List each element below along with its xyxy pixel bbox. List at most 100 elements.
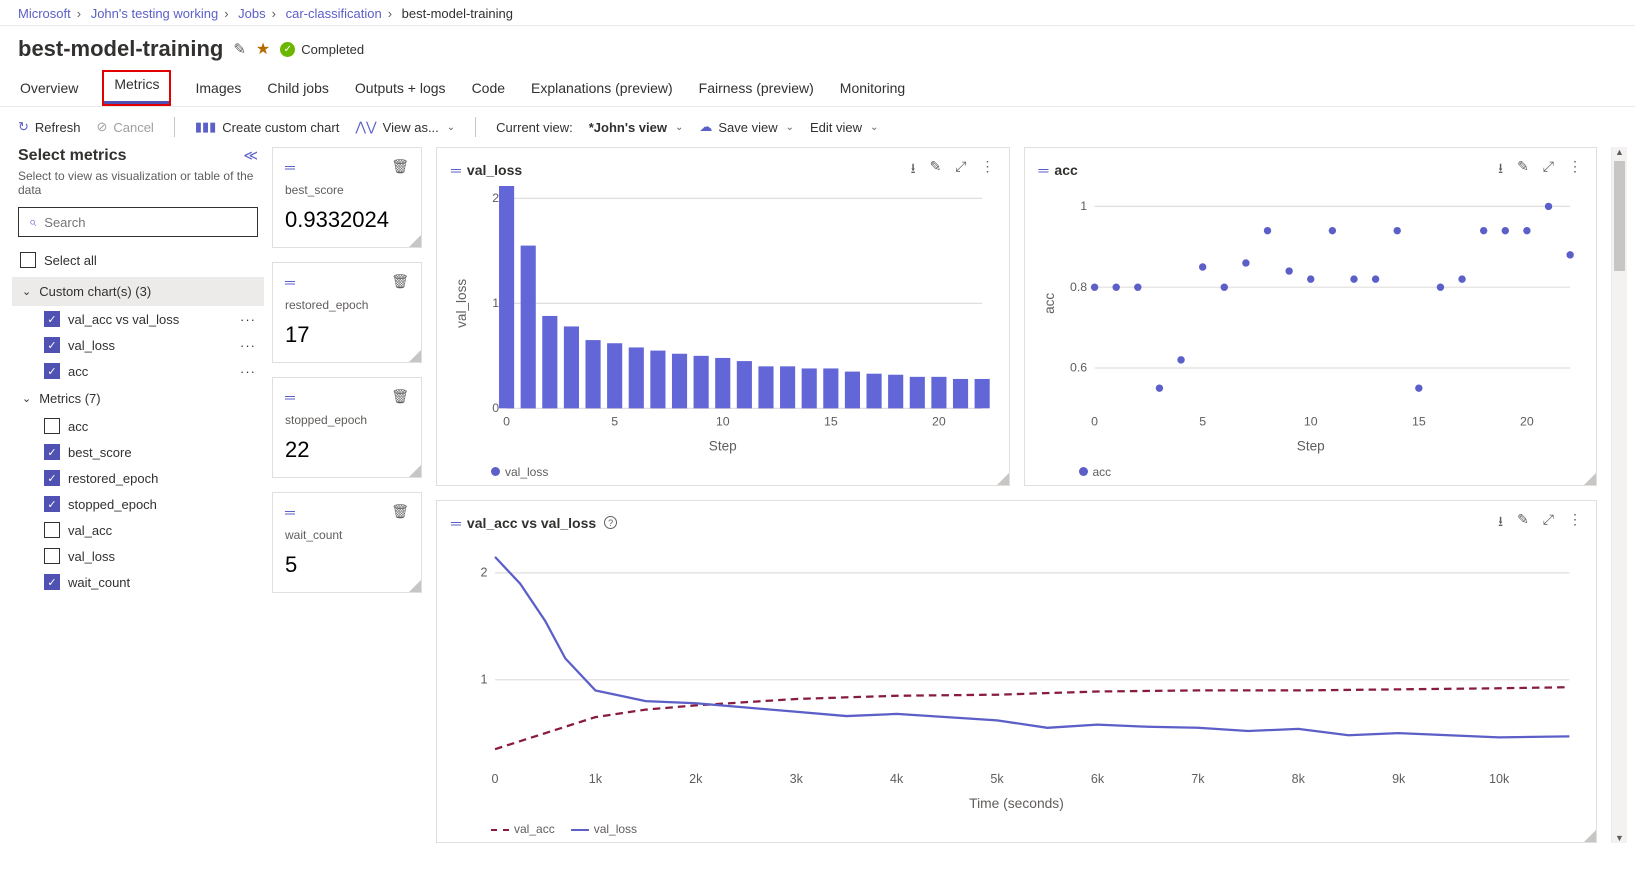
more-icon[interactable]: ⋮	[981, 158, 995, 182]
tab-monitoring[interactable]: Monitoring	[838, 74, 907, 106]
svg-text:0: 0	[492, 772, 499, 786]
search-input-wrapper[interactable]: ⌕	[18, 207, 258, 237]
create-custom-chart-button[interactable]: ▮▮▮Create custom chart	[195, 119, 340, 135]
svg-text:6k: 6k	[1091, 772, 1105, 786]
svg-text:1: 1	[1080, 199, 1087, 213]
view-as-button[interactable]: ⋀⋁View as...⌄	[355, 119, 455, 135]
tab-fairness[interactable]: Fairness (preview)	[697, 74, 816, 106]
save-view-button[interactable]: ☁Save view⌄	[699, 119, 794, 135]
trash-icon[interactable]: 🗑	[391, 273, 409, 290]
metric-checkbox[interactable]: ✓wait_count	[42, 569, 258, 595]
tab-outputs-logs[interactable]: Outputs + logs	[353, 74, 448, 106]
crumb-0[interactable]: Microsoft	[18, 6, 71, 21]
toolbar: ↻Refresh ⊘Cancel ▮▮▮Create custom chart …	[0, 107, 1635, 147]
metric-checkbox[interactable]: val_loss	[42, 543, 258, 569]
star-icon[interactable]: ★	[256, 39, 270, 59]
svg-text:0.6: 0.6	[1070, 361, 1087, 375]
refresh-icon: ↻	[18, 119, 29, 135]
tab-images[interactable]: Images	[193, 74, 243, 106]
svg-text:7k: 7k	[1191, 772, 1205, 786]
crumb-1[interactable]: John's testing working	[91, 6, 219, 21]
scrollbar-thumb[interactable]	[1614, 161, 1625, 271]
metric-checkbox[interactable]: ✓best_score	[42, 439, 258, 465]
svg-text:2: 2	[480, 565, 487, 579]
drag-handle-icon[interactable]: ═	[285, 159, 293, 175]
expand-icon[interactable]: ⤢	[1543, 158, 1554, 182]
metric-checkbox[interactable]: acc	[42, 413, 258, 439]
svg-text:acc: acc	[1041, 293, 1056, 314]
edit-icon[interactable]: ✎	[1517, 511, 1529, 535]
group-metrics[interactable]: ⌄ Metrics (7)	[18, 384, 258, 413]
download-icon[interactable]: ⭳	[1498, 511, 1503, 535]
svg-text:0: 0	[1091, 415, 1098, 429]
current-view-dropdown[interactable]: *John's view⌄	[589, 120, 684, 135]
collapse-icon[interactable]: ≪	[243, 147, 258, 164]
line-chart-icon: ⋀⋁	[355, 119, 376, 135]
download-icon[interactable]: ⭳	[911, 158, 916, 182]
crumb-4: best-model-training	[402, 6, 513, 21]
drag-handle-icon[interactable]: ═	[285, 504, 293, 520]
tab-metrics[interactable]: Metrics	[102, 70, 171, 106]
edit-icon[interactable]: ✎	[930, 158, 942, 182]
more-icon[interactable]: ···	[240, 364, 256, 379]
scroll-down-icon[interactable]: ▼	[1612, 833, 1627, 843]
sidebar-title: Select metrics	[18, 147, 127, 165]
svg-text:0: 0	[492, 401, 499, 415]
charts-area: ═ val_loss ⭳ ✎ ⤢ ⋮ 01205101520Stepval_lo…	[436, 147, 1597, 843]
chevron-down-icon: ⌄	[22, 392, 31, 405]
tab-overview[interactable]: Overview	[18, 74, 80, 106]
metric-checkbox[interactable]: ✓restored_epoch	[42, 465, 258, 491]
trash-icon[interactable]: 🗑	[391, 388, 409, 405]
scroll-up-icon[interactable]: ▲	[1612, 147, 1627, 157]
select-metrics-panel: Select metrics ≪ Select to view as visua…	[18, 147, 258, 843]
svg-text:20: 20	[932, 415, 946, 429]
more-icon[interactable]: ···	[240, 312, 256, 327]
metric-checkbox[interactable]: ✓stopped_epoch	[42, 491, 258, 517]
scalar-card: ═🗑best_score0.9332024	[272, 147, 422, 248]
trash-icon[interactable]: 🗑	[391, 503, 409, 520]
expand-icon[interactable]: ⤢	[955, 158, 966, 182]
svg-text:4k: 4k	[890, 772, 904, 786]
info-icon[interactable]: ?	[604, 516, 617, 529]
metric-checkbox[interactable]: ✓val_loss···	[42, 332, 258, 358]
drag-handle-icon[interactable]: ═	[285, 274, 293, 290]
scrollbar[interactable]: ▲ ▼	[1611, 147, 1627, 843]
check-icon: ✓	[280, 42, 295, 57]
drag-handle-icon[interactable]: ═	[451, 162, 459, 178]
download-icon[interactable]: ⭳	[1498, 158, 1503, 182]
drag-handle-icon[interactable]: ═	[451, 515, 459, 531]
tab-child-jobs[interactable]: Child jobs	[265, 74, 330, 106]
edit-icon[interactable]: ✎	[1517, 158, 1529, 182]
tabs: Overview Metrics Images Child jobs Outpu…	[0, 68, 1635, 106]
tab-code[interactable]: Code	[470, 74, 507, 106]
expand-icon[interactable]: ⤢	[1543, 511, 1554, 535]
drag-handle-icon[interactable]: ═	[1039, 162, 1047, 178]
metric-checkbox[interactable]: ✓val_acc vs val_loss···	[42, 306, 258, 332]
chevron-down-icon: ⌄	[22, 285, 31, 298]
more-icon[interactable]: ⋮	[1568, 158, 1582, 182]
tab-explanations[interactable]: Explanations (preview)	[529, 74, 675, 106]
crumb-2[interactable]: Jobs	[238, 6, 265, 21]
crumb-3[interactable]: car-classification	[286, 6, 382, 21]
chart-val_loss: ═ val_loss ⭳ ✎ ⤢ ⋮ 01205101520Stepval_lo…	[436, 147, 1010, 486]
more-icon[interactable]: ···	[240, 338, 256, 353]
svg-text:5k: 5k	[990, 772, 1004, 786]
chart-val_acc-vs-val_loss: ═ val_acc vs val_loss ? ⭳ ✎ ⤢ ⋮ 1201k2k3…	[436, 500, 1597, 843]
status-badge: ✓ Completed	[280, 42, 364, 57]
metric-checkbox[interactable]: ✓acc···	[42, 358, 258, 384]
svg-text:10: 10	[1303, 415, 1317, 429]
metric-checkbox[interactable]: val_acc	[42, 517, 258, 543]
drag-handle-icon[interactable]: ═	[285, 389, 293, 405]
group-custom-charts[interactable]: ⌄ Custom chart(s) (3)	[12, 277, 264, 306]
search-input[interactable]	[44, 215, 247, 230]
refresh-button[interactable]: ↻Refresh	[18, 119, 80, 135]
more-icon[interactable]: ⋮	[1568, 511, 1582, 535]
breadcrumb: Microsoft› John's testing working› Jobs›…	[0, 0, 1635, 25]
select-all-checkbox[interactable]: Select all	[18, 247, 258, 273]
svg-text:10: 10	[716, 415, 730, 429]
scalar-cards: ═🗑best_score0.9332024═🗑restored_epoch17═…	[272, 147, 422, 843]
edit-view-button[interactable]: Edit view⌄	[810, 120, 878, 135]
svg-text:3k: 3k	[790, 772, 804, 786]
trash-icon[interactable]: 🗑	[391, 158, 409, 175]
edit-icon[interactable]: ✎	[233, 40, 246, 58]
